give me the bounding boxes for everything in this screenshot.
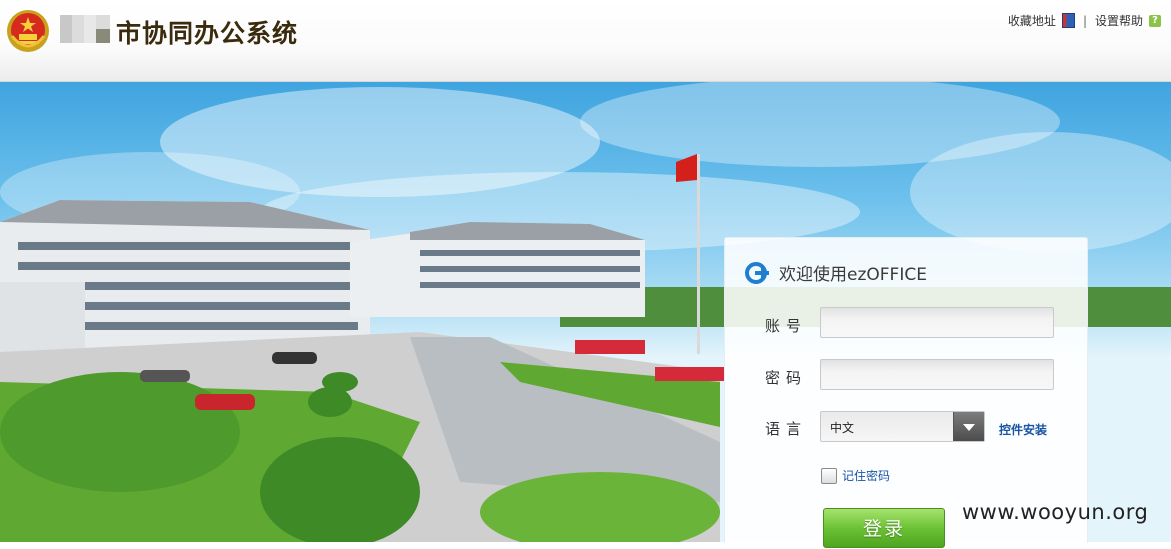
- account-field[interactable]: [820, 307, 1065, 338]
- favorite-link[interactable]: 收藏地址: [1008, 12, 1056, 29]
- account-label: 账号: [765, 317, 808, 335]
- page-header: 市协同办公系统 收藏地址 | 设置帮助 ?: [0, 0, 1171, 82]
- language-select[interactable]: 中文: [820, 411, 985, 442]
- watermark-text: www.wooyun.org: [962, 500, 1149, 524]
- welcome-text: 欢迎使用ezOFFICE: [779, 265, 927, 285]
- remember-checkbox[interactable]: [821, 467, 837, 484]
- book-icon[interactable]: [1061, 13, 1075, 28]
- help-icon[interactable]: ?: [1149, 14, 1161, 27]
- login-button[interactable]: 登录: [823, 508, 945, 548]
- link-separator: |: [1082, 13, 1087, 28]
- page-title: 市协同办公系统: [116, 19, 299, 48]
- arrow-circle-icon: [745, 261, 769, 284]
- language-selected: 中文: [830, 421, 855, 435]
- national-emblem-icon: [7, 10, 49, 52]
- password-input[interactable]: [821, 360, 1065, 389]
- top-links: 收藏地址 | 设置帮助 ?: [1008, 12, 1161, 29]
- help-link[interactable]: 设置帮助: [1095, 12, 1143, 29]
- remember-password[interactable]: 记住密码: [821, 467, 890, 484]
- welcome-heading: 欢迎使用ezOFFICE: [745, 260, 927, 285]
- chevron-down-icon[interactable]: [953, 412, 984, 441]
- login-panel: 欢迎使用ezOFFICE 账号 密码 语言 中文 控件安装 记住密码 登录: [724, 237, 1088, 548]
- remember-label[interactable]: 记住密码: [842, 467, 890, 484]
- password-field[interactable]: [820, 359, 1065, 390]
- redacted-city-name: [60, 15, 110, 43]
- language-label: 语言: [765, 420, 808, 438]
- install-control-link[interactable]: 控件安装: [999, 421, 1047, 438]
- account-input[interactable]: [821, 308, 1065, 337]
- password-label: 密码: [765, 369, 808, 387]
